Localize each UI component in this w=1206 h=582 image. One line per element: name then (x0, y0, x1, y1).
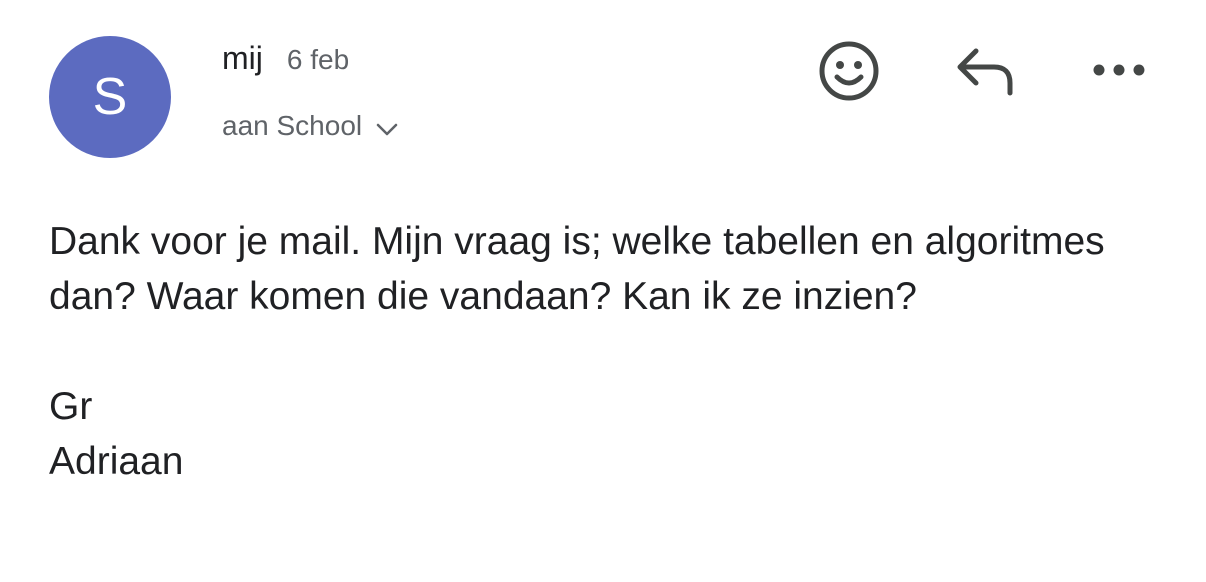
sender-row: mij 6 feb (222, 40, 349, 77)
reply-arrow-icon (954, 45, 1016, 102)
email-message: S mij 6 feb aan School Dank voor je mail… (0, 0, 1206, 582)
recipient-label: aan School (222, 110, 363, 141)
sender-name: mij (222, 40, 263, 76)
chevron-down-icon (376, 123, 398, 137)
avatar-letter: S (92, 68, 128, 126)
message-signature: Adriaan (49, 440, 184, 483)
recipient-details-toggle[interactable]: aan School (222, 110, 398, 142)
smiley-icon (817, 39, 881, 108)
message-date: 6 feb (286, 44, 350, 75)
message-paragraph: Dank voor je mail. Mijn vraag is; welke … (49, 220, 1105, 318)
message-closing: Gr (49, 385, 93, 428)
reply-button[interactable] (952, 44, 1018, 102)
more-options-button[interactable] (1086, 54, 1152, 90)
more-horizontal-icon (1091, 62, 1147, 83)
add-reaction-button[interactable] (816, 40, 882, 106)
message-body: Dank voor je mail. Mijn vraag is; welke … (49, 214, 1169, 489)
avatar[interactable]: S (49, 36, 171, 158)
